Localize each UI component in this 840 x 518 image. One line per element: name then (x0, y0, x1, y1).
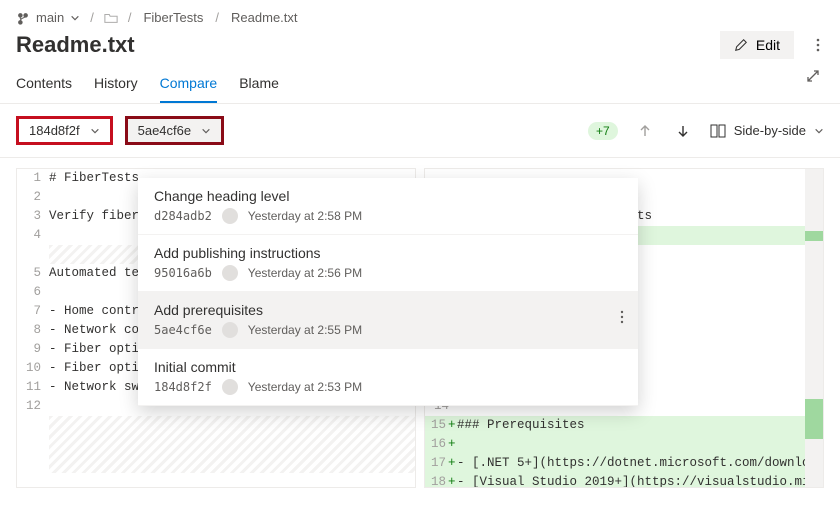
title-row: Readme.txt Edit (0, 31, 840, 63)
edit-button[interactable]: Edit (720, 31, 794, 59)
commit-hash: 5ae4cf6e (154, 323, 212, 337)
arrow-up-icon (638, 124, 652, 138)
commit-hash: 184d8f2f (154, 380, 212, 394)
commit-title: Add prerequisites (154, 302, 622, 318)
avatar-icon (222, 379, 238, 395)
commit-title: Add publishing instructions (154, 245, 622, 261)
diff-gap (49, 416, 415, 473)
expand-icon (806, 69, 820, 83)
code-line: 18- [Visual Studio 2019+](https://visual… (425, 473, 823, 488)
avatar-icon (222, 208, 238, 224)
commit-meta: d284adb2 Yesterday at 2:58 PM (154, 208, 622, 224)
separator: / (124, 10, 136, 25)
tab-history[interactable]: History (94, 69, 138, 103)
diff-count-badge: +7 (588, 122, 618, 140)
commit-time: Yesterday at 2:58 PM (248, 209, 362, 223)
scrollbar[interactable] (805, 169, 823, 487)
tab-compare[interactable]: Compare (160, 69, 218, 103)
breadcrumb-folder[interactable]: FiberTests (141, 10, 205, 25)
more-vertical-icon (816, 38, 820, 52)
file-tabs: Contents History Compare Blame (0, 63, 840, 104)
commit-meta: 95016a6b Yesterday at 2:56 PM (154, 265, 622, 281)
compare-right-controls: +7 Side-by-side (588, 120, 824, 142)
view-mode-label: Side-by-side (734, 123, 806, 138)
breadcrumb-file[interactable]: Readme.txt (229, 10, 299, 25)
commit-title: Change heading level (154, 188, 622, 204)
edit-label: Edit (756, 37, 780, 53)
code-line: 17- [.NET 5+](https://dotnet.microsoft.c… (425, 454, 823, 473)
commit-hash: d284adb2 (154, 209, 212, 223)
commit-dropdown-item[interactable]: Add prerequisites 5ae4cf6e Yesterday at … (138, 292, 638, 349)
breadcrumb: main / / FiberTests / Readme.txt (0, 0, 840, 31)
commit-meta: 184d8f2f Yesterday at 2:53 PM (154, 379, 622, 395)
commit-from-hash: 184d8f2f (29, 123, 80, 138)
chevron-down-icon (201, 126, 211, 136)
page-title: Readme.txt (16, 32, 135, 58)
code-line: 15### Prerequisites (425, 416, 823, 435)
avatar-icon (222, 322, 238, 338)
folder-icon (104, 11, 118, 25)
separator: / (86, 10, 98, 25)
chevron-down-icon (70, 13, 80, 23)
scroll-marker (805, 231, 823, 241)
chevron-down-icon (814, 126, 824, 136)
chevron-down-icon (90, 126, 100, 136)
commit-dropdown-item[interactable]: Add publishing instructions 95016a6b Yes… (138, 235, 638, 292)
fullscreen-button[interactable] (802, 65, 824, 87)
avatar-icon (222, 265, 238, 281)
item-more-button[interactable] (620, 310, 624, 324)
commit-time: Yesterday at 2:53 PM (248, 380, 362, 394)
commit-dropdown-item[interactable]: Initial commit 184d8f2f Yesterday at 2:5… (138, 349, 638, 406)
arrow-down-icon (676, 124, 690, 138)
branch-icon (16, 11, 30, 25)
title-actions: Edit (720, 31, 824, 59)
commit-dropdown: Change heading level d284adb2 Yesterday … (138, 178, 638, 406)
pencil-icon (734, 38, 748, 52)
commit-time: Yesterday at 2:55 PM (248, 323, 362, 337)
compare-toolbar: 184d8f2f 5ae4cf6e +7 Side-by-side (0, 104, 840, 158)
branch-selector[interactable]: main (16, 10, 80, 25)
separator: / (211, 10, 223, 25)
tab-blame[interactable]: Blame (239, 69, 279, 103)
commit-to-hash: 5ae4cf6e (138, 123, 192, 138)
scroll-marker (805, 399, 823, 439)
code-line: 16 (425, 435, 823, 454)
prev-diff-button[interactable] (634, 120, 656, 142)
commit-from-selector[interactable]: 184d8f2f (16, 116, 113, 145)
tab-contents[interactable]: Contents (16, 69, 72, 103)
next-diff-button[interactable] (672, 120, 694, 142)
commit-time: Yesterday at 2:56 PM (248, 266, 362, 280)
commit-to-selector[interactable]: 5ae4cf6e (125, 116, 225, 145)
commit-title: Initial commit (154, 359, 622, 375)
side-by-side-icon (710, 124, 726, 138)
commit-dropdown-item[interactable]: Change heading level d284adb2 Yesterday … (138, 178, 638, 235)
branch-name: main (36, 10, 64, 25)
more-button[interactable] (812, 34, 824, 56)
view-mode-selector[interactable]: Side-by-side (710, 123, 824, 138)
commit-meta: 5ae4cf6e Yesterday at 2:55 PM (154, 322, 622, 338)
commit-hash: 95016a6b (154, 266, 212, 280)
